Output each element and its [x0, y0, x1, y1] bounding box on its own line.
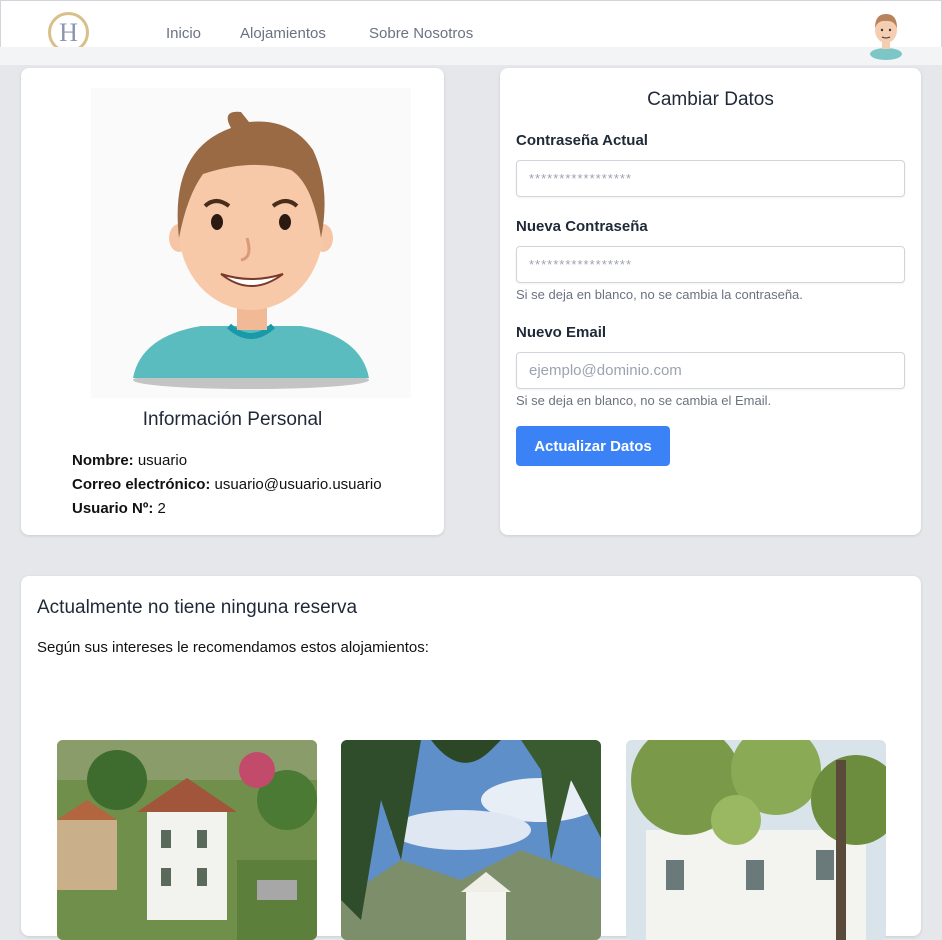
recommended-accommodation-card[interactable] — [341, 740, 601, 940]
form-title: Cambiar Datos — [647, 89, 774, 110]
new-email-label: Nuevo Email — [516, 324, 607, 341]
info-email: Correo electrónico: usuario@usuario.usua… — [72, 476, 382, 493]
change-data-card: Cambiar Datos Contraseña Actual Nueva Co… — [500, 68, 921, 535]
new-email-help: Si se deja en blanco, no se cambia el Em… — [516, 393, 772, 408]
new-password-help: Si se deja en blanco, no se cambia la co… — [516, 287, 803, 302]
user-avatar[interactable] — [864, 8, 908, 60]
info-title: Información Personal — [142, 409, 323, 430]
navbar-bottom-strip — [0, 47, 942, 65]
info-email-label: Correo electrónico: — [72, 476, 211, 493]
recommended-accommodation-card[interactable] — [57, 740, 317, 940]
nav-link-inicio[interactable]: Inicio — [166, 25, 201, 42]
nav-link-sobre-nosotros[interactable]: Sobre Nosotros — [369, 25, 473, 42]
info-user-number: Usuario Nº: 2 — [72, 500, 166, 517]
reservations-title: Actualmente no tiene ninguna reserva — [37, 597, 358, 618]
info-name: Nombre: usuario — [72, 452, 187, 469]
new-password-label: Nueva Contraseña — [516, 218, 648, 235]
new-email-input[interactable] — [516, 352, 905, 389]
info-email-value: usuario@usuario.usuario — [214, 476, 382, 493]
navbar: H Inicio Alojamientos Sobre Nosotros — [0, 0, 942, 53]
recommended-accommodation-card[interactable] — [626, 740, 886, 940]
logo-letter: H — [59, 17, 78, 47]
nav-link-alojamientos[interactable]: Alojamientos — [240, 25, 326, 42]
profile-card: Información Personal Nombre: usuario Cor… — [21, 68, 444, 535]
accommodation-photo — [626, 740, 886, 940]
current-password-input[interactable] — [516, 160, 905, 197]
info-name-label: Nombre: — [72, 452, 134, 469]
current-password-label: Contraseña Actual — [516, 132, 648, 149]
new-password-input[interactable] — [516, 246, 905, 283]
update-data-button[interactable]: Actualizar Datos — [516, 426, 670, 466]
accommodation-photo — [341, 740, 601, 940]
reservations-card: Actualmente no tiene ninguna reserva Seg… — [21, 576, 921, 940]
reservations-subtitle: Según sus intereses le recomendamos esto… — [37, 639, 429, 656]
info-user-number-value: 2 — [157, 500, 166, 517]
accommodation-photo — [57, 740, 317, 940]
info-name-value: usuario — [137, 452, 188, 469]
profile-avatar-illustration — [91, 88, 411, 398]
info-user-number-label: Usuario Nº: — [72, 500, 154, 517]
